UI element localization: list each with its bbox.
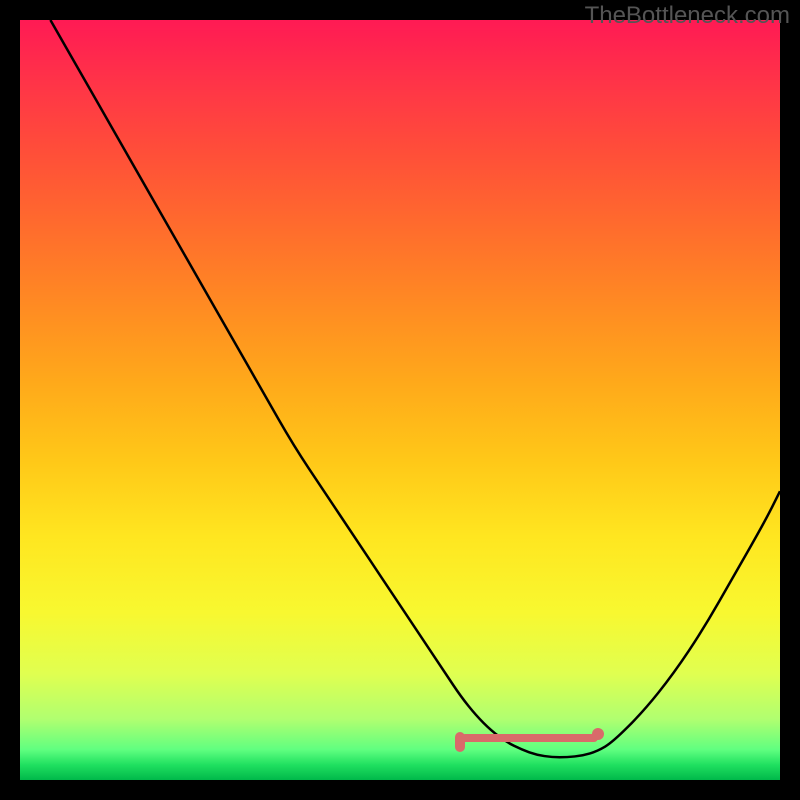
chart-plot-area bbox=[20, 20, 780, 780]
bottleneck-curve-line bbox=[50, 20, 780, 757]
chart-curve-layer bbox=[20, 20, 780, 780]
optimal-range-dot-right bbox=[592, 728, 604, 740]
optimal-range-dot-left bbox=[455, 732, 465, 752]
watermark-text: TheBottleneck.com bbox=[585, 2, 790, 30]
optimal-range-bar bbox=[461, 734, 598, 742]
